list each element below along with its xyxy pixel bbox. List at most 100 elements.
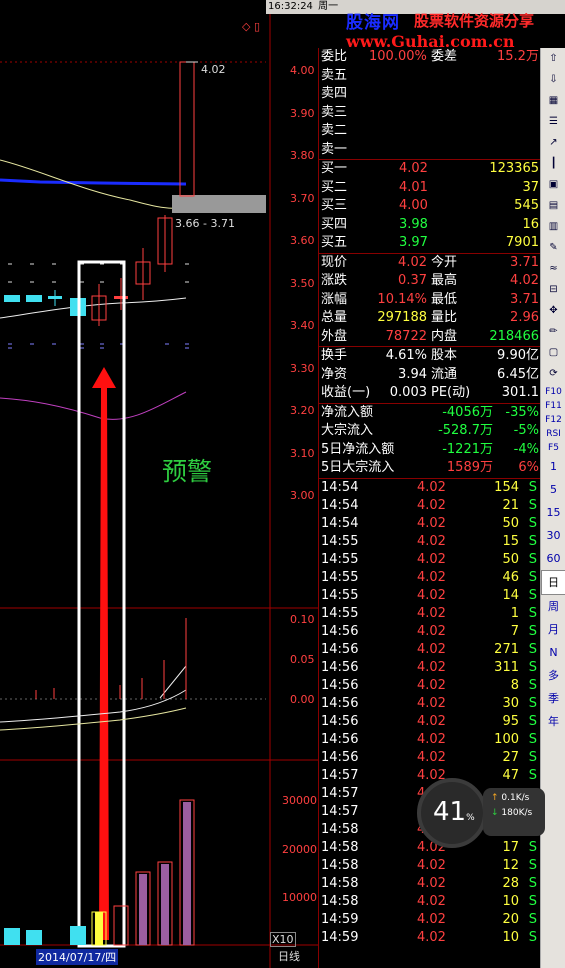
tick-side: S (528, 497, 537, 513)
period-button[interactable]: 1 (541, 455, 565, 478)
tick-time: 14:59 (321, 929, 359, 945)
line-chart-icon[interactable]: ↗ (543, 133, 564, 153)
stat-label: 总量 (321, 310, 348, 325)
tick-time: 14:55 (321, 533, 359, 549)
toolbar-text-button[interactable]: F5 (541, 441, 565, 455)
tick-row: 14:55 4.02 50 S (319, 551, 541, 569)
tick-price: 4.02 (417, 731, 446, 747)
tick-time: 14:56 (321, 623, 359, 639)
tick-volume: 15 (502, 533, 519, 549)
tick-time: 14:56 (321, 677, 359, 693)
stats-row: 总量 297188 量比 2.96 (319, 309, 541, 328)
toolbar-text-button[interactable]: F11 (541, 399, 565, 413)
period-button[interactable]: 季 (541, 687, 565, 710)
dash-markers-top (8, 263, 189, 283)
tick-row: 14:54 4.02 50 S (319, 515, 541, 533)
tick-side: S (528, 713, 537, 729)
tick-volume: 10 (502, 893, 519, 909)
sell-row: 卖五 (319, 67, 541, 86)
tick-time: 14:59 (321, 911, 359, 927)
tick-time: 14:57 (321, 803, 359, 819)
kline-chart-panel[interactable]: ◇ ▯ 4.02 3.66 - 3.71 预警 4.00 3.90 3.80 3… (0, 0, 318, 968)
fin-label: 流通 (431, 366, 458, 382)
stat-label: 今开 (431, 254, 458, 270)
sell-row: 卖四 (319, 85, 541, 104)
period-button[interactable]: N (541, 641, 565, 664)
axis-tick: 20000 (282, 843, 317, 856)
up-arrow-icon[interactable]: ⇧ (543, 49, 564, 69)
tick-side: S (528, 479, 537, 495)
buy-row: 买一 4.02 123365 (319, 160, 541, 179)
tick-price: 4.02 (417, 587, 446, 603)
sell-label: 卖四 (321, 86, 348, 101)
tick-volume: 50 (502, 515, 519, 531)
ma-purple-line (0, 391, 187, 420)
stat-label: 涨跌 (321, 273, 348, 288)
tick-price: 4.02 (417, 929, 446, 945)
period-button[interactable]: 30 (541, 524, 565, 547)
f11-icon[interactable]: ▤ (543, 196, 564, 216)
move-icon[interactable]: ✥ (543, 301, 564, 321)
tick-time: 14:56 (321, 731, 359, 747)
f12-icon[interactable]: ▥ (543, 217, 564, 237)
tick-time: 14:54 (321, 497, 359, 513)
tick-price: 4.02 (417, 515, 446, 531)
volume-bar-fill (183, 802, 191, 945)
toolbar-text-button[interactable]: F10 (541, 385, 565, 399)
ruler-icon[interactable]: ⊟ (543, 280, 564, 300)
stat-value: 3.71 (510, 254, 539, 270)
period-button[interactable]: 年 (541, 710, 565, 733)
buy-row: 买四 3.98 16 (319, 216, 541, 235)
tick-side: S (528, 569, 537, 585)
kline-chart-svg[interactable]: ◇ ▯ (0, 0, 318, 968)
volume-bar-fill (161, 864, 169, 945)
rsi-icon[interactable]: ≈ (543, 259, 564, 279)
tick-row: 14:55 4.02 46 S (319, 569, 541, 587)
fund-flow-block: 净流入额 -4056万 -35% 大宗流入 -528.7万 -5% 5日净流入额 -122… (319, 402, 541, 478)
period-button[interactable]: 5 (541, 478, 565, 501)
period-button[interactable]: 月 (541, 618, 565, 641)
period-button[interactable]: 多 (541, 664, 565, 687)
period-button[interactable]: 15 (541, 501, 565, 524)
period-button[interactable]: 日 (541, 570, 565, 595)
toolbar-text-button[interactable]: RSI (541, 427, 565, 441)
network-monitor-widget[interactable]: 41% ↑ 0.1K/s ↓ 180K/s (417, 778, 547, 848)
tick-list[interactable]: 14:54 4.02 154 S 14:54 4.02 21 S 14:54 4.02 50 S 14:… (319, 477, 541, 947)
tick-time: 14:54 (321, 515, 359, 531)
buy-row: 买五 3.97 7901 (319, 234, 541, 253)
period-label[interactable]: 日线 (278, 948, 300, 964)
grid-icon[interactable]: ▦ (543, 91, 564, 111)
toolbar-text-button[interactable]: F12 (541, 413, 565, 427)
tick-volume: 50 (502, 551, 519, 567)
flow-row: 5日净流入额 -1221万 -4% (319, 441, 541, 460)
flow-pct: -35% (505, 404, 539, 420)
stats-block: 现价 4.02 今开 3.71 涨跌 0.37 最高 4.02 涨幅 10.14% 最低 3.71… (319, 252, 541, 347)
buy-price: 4.00 (399, 198, 428, 213)
f5-icon[interactable]: ▢ (543, 343, 564, 363)
tick-row: 14:58 4.02 12 S (319, 857, 541, 875)
sell-levels: 卖五 卖四 卖三 卖二 卖一 (319, 67, 541, 160)
tick-row: 14:56 4.02 30 S (319, 695, 541, 713)
axis-tick: 30000 (282, 794, 317, 807)
tick-side: S (528, 677, 537, 693)
pencil-icon[interactable]: ✏ (543, 322, 564, 342)
scale-label[interactable]: X10 (270, 932, 296, 947)
tick-volume: 8 (510, 677, 519, 693)
flow-row: 净流入额 -4056万 -35% (319, 404, 541, 423)
tick-time: 14:56 (321, 713, 359, 729)
period-button[interactable]: 周 (541, 595, 565, 618)
dash-markers-blue (8, 343, 189, 349)
range-label: 3.66 - 3.71 (175, 217, 235, 230)
f10-icon[interactable]: ▣ (543, 175, 564, 195)
down-arrow-icon[interactable]: ⇩ (543, 70, 564, 90)
candle-icon[interactable]: ┃ (543, 154, 564, 174)
note-icon[interactable]: ✎ (543, 238, 564, 258)
tick-price: 4.02 (417, 497, 446, 513)
period-button[interactable]: 60 (541, 547, 565, 570)
refresh-icon[interactable]: ⟳ (543, 364, 564, 384)
tick-volume: 271 (494, 641, 519, 657)
list-icon[interactable]: ☰ (543, 112, 564, 132)
corner-marker: ◇ ▯ (242, 20, 260, 33)
logo-name: 股海网 (346, 13, 400, 33)
tick-price: 4.02 (417, 605, 446, 621)
